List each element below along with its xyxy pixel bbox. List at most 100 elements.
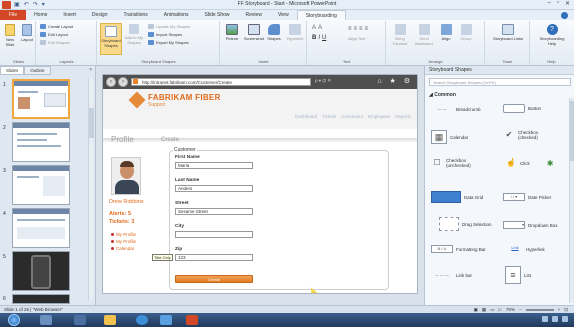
fit-to-window-icon[interactable]: ⊡ — [564, 306, 568, 313]
align-text-dropdown[interactable]: Align Text — [348, 36, 365, 41]
layout-button[interactable]: Layout — [20, 24, 34, 42]
tab-design[interactable]: Design — [84, 10, 116, 20]
nav-employees[interactable]: Employees — [368, 114, 390, 119]
nav-customers[interactable]: Customers — [341, 114, 363, 119]
justify-icon[interactable]: ≡ — [365, 26, 369, 32]
nav-reports[interactable]: Reports — [395, 114, 411, 119]
picture-button[interactable]: Picture — [223, 24, 241, 41]
browser-icon[interactable] — [136, 315, 148, 325]
tab-outline[interactable]: Outline — [24, 66, 51, 75]
left-link[interactable]: My Profile — [111, 239, 136, 244]
add-to-my-shapes-button[interactable]: Add to My Shapes — [124, 24, 144, 45]
forward-icon[interactable]: › — [118, 77, 128, 87]
tab-file[interactable]: File — [0, 10, 27, 20]
italic-icon[interactable]: I — [318, 35, 320, 41]
address-controls[interactable]: ρ ▾ ⊡ ✕ — [315, 78, 331, 84]
slide-thumbnail[interactable] — [12, 122, 70, 162]
shape-dropdown-box[interactable]: ▾ Dropdown Box — [503, 221, 558, 229]
shape-link-bar[interactable]: — — — Link bar — [431, 272, 472, 278]
tab-storyboarding[interactable]: Storyboarding — [296, 10, 346, 20]
taskbar-app-icon[interactable] — [160, 315, 172, 325]
close-pane-icon[interactable]: × — [89, 67, 92, 73]
export-my-shapes-button[interactable]: Export My Shapes — [148, 40, 189, 45]
shape-date-picker[interactable]: / / ▾ Date Picker — [503, 193, 551, 201]
shape-drag-selection[interactable]: Drag Selection — [431, 217, 492, 231]
slide-thumbnail[interactable] — [12, 294, 70, 304]
edit-layout-button[interactable]: Edit Layout — [40, 32, 68, 37]
help-icon[interactable] — [561, 11, 568, 19]
taskbar-app-icon[interactable] — [40, 315, 52, 325]
reading-view-icon[interactable]: ▭ — [490, 306, 494, 313]
tab-animations[interactable]: Animations — [156, 10, 197, 20]
align-right-icon[interactable]: ≡ — [359, 26, 363, 32]
nav-dashboard[interactable]: Dashboard — [295, 114, 317, 119]
street-input[interactable]: Sesame Street — [175, 208, 253, 215]
hyperlink-button[interactable]: Hyperlink — [284, 24, 306, 41]
shape-checkbox-checked[interactable]: ✔ Checkbox (checked) — [503, 130, 550, 140]
shape-hyperlink[interactable]: Link Hyperlink — [507, 245, 544, 253]
align-left-icon[interactable]: ≡ — [348, 26, 352, 32]
update-my-shapes-button[interactable]: Update My Shapes — [148, 24, 190, 29]
zoom-in-icon[interactable]: + — [558, 306, 561, 313]
taskbar-app-icon[interactable] — [74, 315, 86, 325]
minimize-button[interactable]: – — [547, 0, 550, 7]
back-icon[interactable]: ‹ — [106, 77, 116, 87]
tab-slides[interactable]: Slides — [0, 66, 25, 75]
shape-data-grid[interactable]: Data Grid — [431, 191, 483, 203]
address-bar[interactable]: http://intranet.fabrikam.com/Customer/Cr… — [131, 78, 311, 86]
shape-list[interactable]: ≡ List — [505, 266, 531, 284]
font-size-controls[interactable]: AA — [312, 25, 322, 31]
nav-tickets[interactable]: Tickets — [322, 114, 336, 119]
tab-view[interactable]: View — [270, 10, 297, 20]
powerpoint-taskbar-icon[interactable] — [186, 315, 198, 325]
slide-thumbnail[interactable] — [12, 79, 70, 119]
group-button[interactable]: Group — [457, 24, 475, 41]
current-slide[interactable]: ‹ › http://intranet.fabrikam.com/Custome… — [102, 74, 418, 294]
create-button[interactable]: Create — [175, 275, 253, 283]
shape-checkbox-unchecked[interactable]: ☐ Checkbox (unchecked) — [431, 158, 480, 168]
first-name-input[interactable]: Maria — [175, 162, 253, 169]
create-layout-button[interactable]: Create Layout — [40, 24, 73, 29]
align-button[interactable]: Align — [437, 24, 455, 41]
import-shapes-button[interactable]: Import Shapes — [148, 32, 182, 37]
new-slide-button[interactable]: New Slide — [3, 24, 17, 47]
folder-icon[interactable] — [104, 315, 116, 325]
slide-thumbnail[interactable] — [12, 208, 70, 248]
slide-thumbnail[interactable] — [12, 251, 70, 291]
shape-calendar[interactable]: ▦ Calendar — [431, 130, 468, 144]
edit-shapes-button[interactable]: Edit Shapes — [40, 40, 70, 45]
zoom-out-icon[interactable]: − — [519, 306, 522, 313]
bring-forward-button[interactable]: Bring Forward — [389, 24, 411, 46]
close-button[interactable]: ✕ — [565, 0, 570, 7]
shapes-pane-scrollbar[interactable] — [569, 98, 574, 303]
tray-icon[interactable] — [562, 316, 568, 322]
shape-button[interactable]: Button — [503, 104, 541, 113]
last-name-input[interactable]: Anders — [175, 185, 253, 192]
tab-home[interactable]: Home — [26, 10, 55, 20]
screenshot-button[interactable]: Screenshot — [243, 24, 265, 41]
shapes-search-input[interactable]: Search Storyboard Shapes (Ctrl+E) — [429, 78, 571, 86]
storyboard-shapes-button[interactable]: Storyboard Shapes — [100, 23, 122, 55]
tray-icon[interactable] — [552, 316, 558, 322]
font-shrink-icon[interactable]: A — [318, 25, 322, 31]
font-grow-icon[interactable]: A — [312, 25, 316, 31]
tab-slide-show[interactable]: Slide Show — [197, 10, 238, 20]
city-input[interactable] — [175, 231, 253, 238]
slide-sorter-icon[interactable]: ▦ — [482, 306, 486, 313]
shape-click[interactable]: ☝ Click ✱ — [505, 158, 553, 168]
start-button-icon[interactable] — [8, 314, 20, 326]
normal-view-icon[interactable]: ▣ — [474, 306, 478, 313]
tab-transitions[interactable]: Transitions — [116, 10, 156, 20]
tray-icon[interactable] — [542, 316, 548, 322]
common-section-header[interactable]: ◢ Common — [429, 92, 456, 98]
maximize-button[interactable]: ▫ — [557, 0, 559, 7]
browser-toolbar-icons[interactable]: ⌂ ★ ⚙ — [377, 77, 413, 85]
storyboarding-help-button[interactable]: ? Storyboarding Help — [535, 24, 569, 46]
send-backward-button[interactable]: Send Backward — [413, 24, 435, 46]
shapes-button[interactable]: Shapes — [266, 24, 282, 41]
shape-formatting-bar[interactable]: B I U Formatting Bar — [431, 245, 486, 253]
tab-review[interactable]: Review — [238, 10, 270, 20]
slideshow-icon[interactable]: ▷ — [498, 306, 501, 313]
tab-insert[interactable]: Insert — [55, 10, 84, 20]
zoom-slider[interactable] — [525, 308, 554, 311]
